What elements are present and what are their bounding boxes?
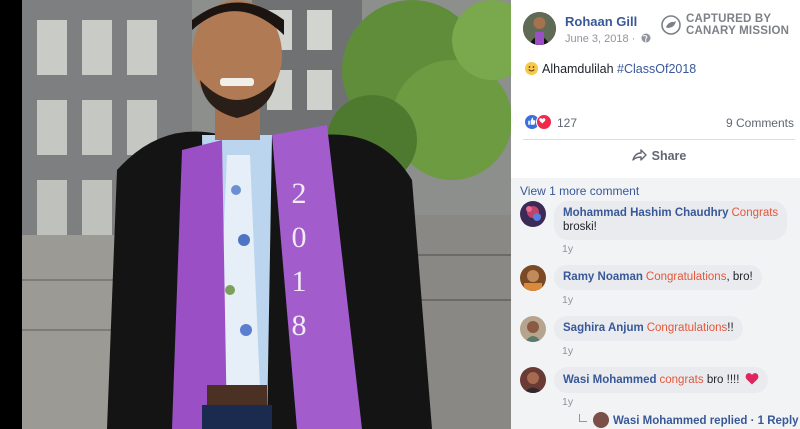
stole-year: 2 0 1 8 [284, 172, 314, 348]
stole-digit: 2 [291, 177, 307, 210]
commenter-name[interactable]: Saghira Anjum [563, 322, 644, 334]
author-name[interactable]: Rohaan Gill [565, 14, 637, 29]
comment-highlight: Congratulations [645, 271, 727, 283]
comment-bubble: Saghira Anjum Congratulations!! [554, 316, 743, 341]
meta-separator: · [628, 33, 639, 45]
watermark-text: CAPTURED BY CANARY MISSION [686, 13, 789, 37]
heart-emoji-icon [745, 373, 759, 385]
commenter-avatar[interactable] [520, 265, 546, 291]
view-replies-link[interactable]: Wasi Mohammed replied · 1 Reply [579, 412, 799, 428]
replier-avatar [593, 412, 609, 428]
canary-mission-watermark: CAPTURED BY CANARY MISSION [661, 12, 796, 42]
comments-count-link[interactable]: 9 Comments [726, 116, 794, 130]
commenter-name[interactable]: Ramy Noaman [563, 271, 643, 283]
smile-emoji-icon [525, 62, 538, 75]
comment-time[interactable]: 1y [562, 243, 573, 255]
comment-text: , bro! [726, 271, 753, 283]
author-avatar[interactable] [523, 12, 556, 45]
reply-arrow-icon [579, 414, 587, 422]
comment-text: broski! [563, 221, 597, 233]
graduation-photo [22, 0, 511, 429]
reactions-row: 127 9 Comments [524, 113, 794, 133]
post-caption: Alhamdulilah #ClassOf2018 [525, 62, 696, 76]
reaction-count[interactable]: 127 [557, 116, 577, 130]
photo-viewer: 2 0 1 8 [0, 0, 511, 429]
post-date[interactable]: June 3, 2018 [565, 33, 629, 45]
replies-text: Wasi Mohammed replied · 1 Reply [613, 415, 799, 427]
post-meta: June 3, 2018 · [565, 33, 651, 45]
comment-bubble: Mohammad Hashim Chaudhry Congrats broski! [554, 201, 788, 240]
comment-bubble: Wasi Mohammed congrats bro !!!! [554, 367, 768, 393]
comment-bubble: Ramy Noaman Congratulations, bro! [554, 265, 762, 290]
commenter-avatar[interactable] [520, 367, 546, 393]
stole-digit: 0 [291, 221, 307, 254]
comment-highlight: congrats [659, 374, 704, 386]
view-more-comments-link[interactable]: View 1 more comment [520, 184, 639, 198]
share-button[interactable]: Share [523, 143, 795, 171]
divider [523, 139, 795, 140]
comment-highlight: Congrats [731, 207, 779, 219]
canary-logo-icon [661, 15, 681, 35]
comment-time[interactable]: 1y [562, 396, 573, 408]
stole-digit: 8 [291, 309, 307, 342]
watermark-line2: CANARY MISSION [686, 25, 790, 37]
comment-time[interactable]: 1y [562, 345, 573, 357]
post-header: Rohaan Gill June 3, 2018 · CAPTURED BY C… [523, 12, 793, 48]
love-reaction-icon[interactable] [536, 114, 552, 130]
caption-text: Alhamdulilah [542, 62, 618, 76]
post-side-panel: Rohaan Gill June 3, 2018 · CAPTURED BY C… [511, 0, 800, 429]
post-photo[interactable]: 2 0 1 8 [22, 0, 511, 429]
comment-text: bro !!!! [703, 374, 743, 386]
share-label: Share [651, 149, 687, 163]
share-arrow-icon [631, 149, 647, 161]
commenter-name[interactable]: Mohammad Hashim Chaudhry [563, 207, 729, 219]
comment-text: !! [727, 322, 734, 334]
hashtag-link[interactable]: #ClassOf2018 [617, 62, 696, 76]
stole-digit: 1 [291, 265, 307, 298]
commenter-name[interactable]: Wasi Mohammed [563, 374, 657, 386]
globe-icon [641, 33, 651, 43]
comment-highlight: Congratulations [646, 322, 728, 334]
commenter-avatar[interactable] [520, 316, 546, 342]
comment-time[interactable]: 1y [562, 294, 573, 306]
share-button-content: Share [631, 149, 687, 163]
watermark-line1: CAPTURED BY [686, 13, 772, 25]
commenter-avatar[interactable] [520, 201, 546, 227]
